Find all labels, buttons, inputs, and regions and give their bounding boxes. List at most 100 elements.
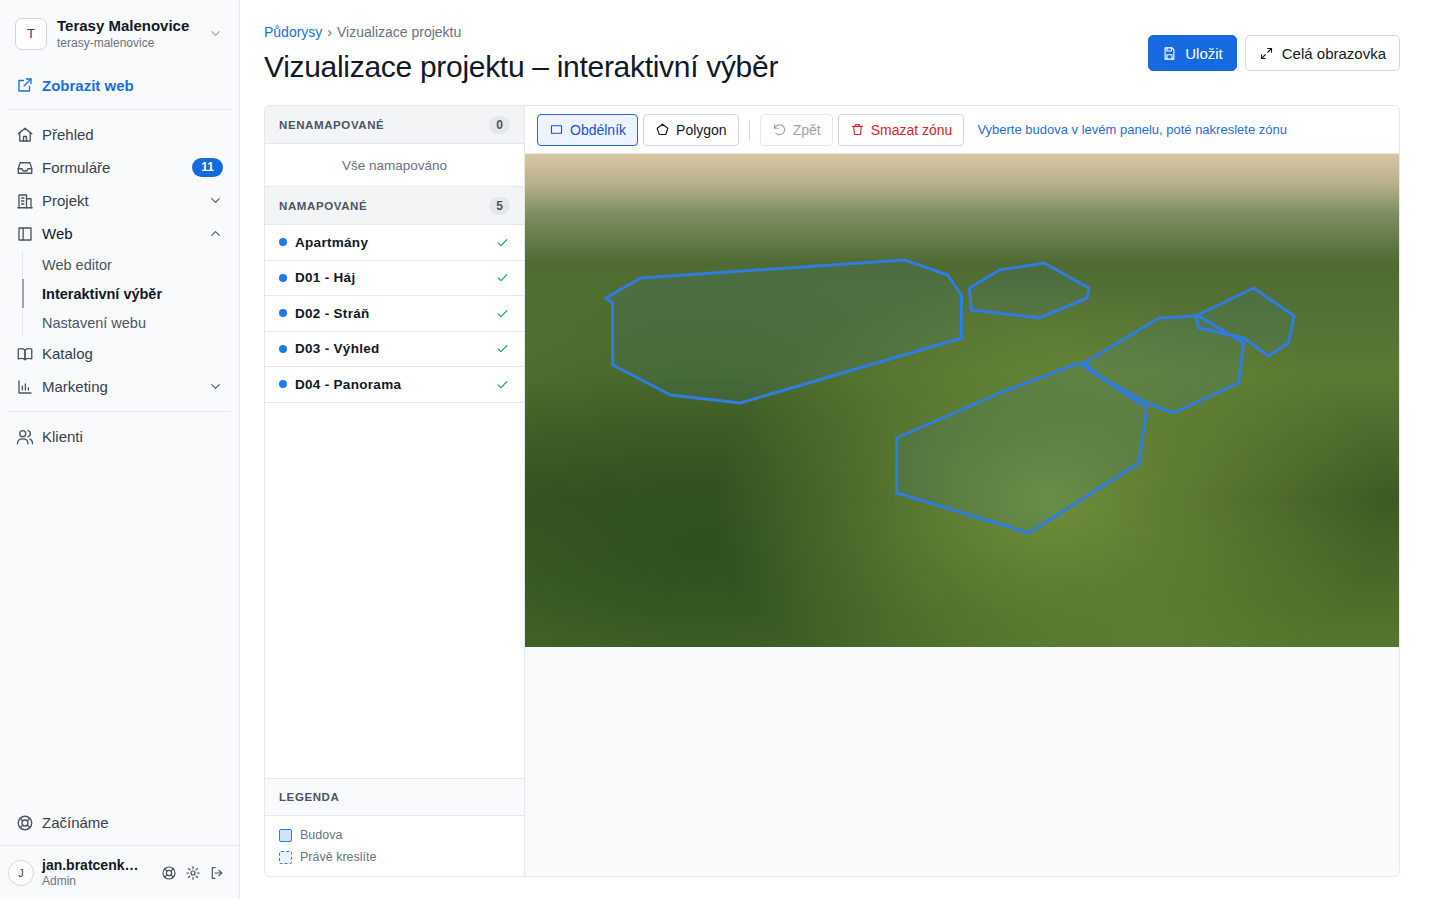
user-avatar: J	[8, 860, 34, 886]
workspace-switcher[interactable]: T Terasy Malenoviceterasy-malenovice	[0, 0, 239, 63]
workspace-name: Terasy Malenovice	[57, 16, 198, 35]
count-badge: 5	[489, 197, 510, 215]
trash-icon	[850, 122, 865, 137]
status-dot	[279, 238, 287, 246]
status-dot	[279, 345, 287, 353]
check-icon	[495, 341, 510, 356]
sidebar-subnav: Web editorInteraktivní výběrNastavení we…	[22, 250, 239, 337]
check-icon	[495, 377, 510, 392]
fullscreen-button[interactable]: Celá obrazovka	[1245, 35, 1400, 71]
lifebuoy-icon[interactable]	[161, 865, 177, 881]
section-header: NAMAPOVANÉ5	[265, 187, 524, 225]
building-zone[interactable]	[897, 363, 1147, 533]
rectangle-tool[interactable]: Obdélník	[537, 114, 638, 146]
empty-message: Vše namapováno	[265, 144, 524, 187]
count-badge: 11	[192, 158, 223, 177]
users-icon	[16, 428, 34, 446]
sidebar-item[interactable]: Klienti	[0, 420, 239, 453]
rectangle-icon	[549, 122, 564, 137]
delete-zone-button[interactable]: Smazat zónu	[838, 114, 965, 146]
page-header: Půdorysy›Vizualizace projektuVizualizace…	[264, 22, 1400, 86]
building-zone[interactable]	[969, 263, 1089, 318]
chevron-up-icon	[208, 226, 223, 241]
lifebuoy-icon	[16, 814, 34, 832]
legend-swatch	[279, 851, 292, 864]
building-item[interactable]: D01 - Háj	[265, 261, 524, 297]
chart-icon	[16, 378, 34, 396]
logout-icon[interactable]	[209, 865, 225, 881]
building-icon	[16, 192, 34, 210]
layout-icon	[16, 225, 34, 243]
sidebar-divider	[8, 109, 231, 110]
count-badge: 0	[489, 116, 510, 134]
editor-panel: NENAMAPOVANÉ0Vše namapovánoNAMAPOVANÉ5Ap…	[264, 105, 1400, 877]
home-icon	[16, 126, 34, 144]
user-role: Admin	[42, 874, 153, 889]
status-dot	[279, 274, 287, 282]
check-icon	[495, 306, 510, 321]
zone-overlay[interactable]	[525, 154, 1399, 647]
sidebar-nav: PřehledFormuláře11ProjektWebWeb editorIn…	[0, 114, 239, 407]
toolbar-separator	[749, 120, 750, 140]
page-title: Vizualizace projektu – interaktivní výbě…	[264, 48, 778, 86]
canvas-background	[525, 647, 1399, 876]
building-item[interactable]: D04 - Panorama	[265, 367, 524, 403]
building-list: NENAMAPOVANÉ0Vše namapovánoNAMAPOVANÉ5Ap…	[265, 106, 525, 876]
section-header: NENAMAPOVANÉ0	[265, 106, 524, 144]
getting-started-link[interactable]: Začínáme	[0, 806, 239, 839]
check-icon	[495, 270, 510, 285]
chevron-down-icon	[208, 193, 223, 208]
sidebar-item[interactable]: Projekt	[0, 184, 239, 217]
sidebar-item[interactable]: Marketing	[0, 370, 239, 403]
sidebar-item[interactable]: Přehled	[0, 118, 239, 151]
gear-icon[interactable]	[185, 865, 201, 881]
sidebar-item[interactable]: Formuláře11	[0, 151, 239, 184]
sidebar-divider	[8, 411, 231, 412]
building-item[interactable]: Apartmány	[265, 225, 524, 261]
building-item[interactable]: D03 - Výhled	[265, 332, 524, 368]
breadcrumb-item[interactable]: Půdorysy	[264, 22, 322, 42]
building-zone[interactable]	[606, 260, 962, 403]
sidebar-subitem[interactable]: Interaktivní výběr	[22, 279, 239, 308]
workspace-slug: terasy-malenovice	[57, 35, 198, 51]
chevron-down-icon	[208, 379, 223, 394]
inbox-icon	[16, 159, 34, 177]
book-icon	[16, 345, 34, 363]
chevron-down-icon	[208, 26, 223, 41]
check-icon	[495, 235, 510, 250]
view-site-link[interactable]: Zobrazit web	[0, 63, 239, 105]
main-content: Půdorysy›Vizualizace projektuVizualizace…	[240, 0, 1440, 899]
canvas-column: ObdélníkPolygon ZpětSmazat zónu Vyberte bu…	[525, 106, 1399, 876]
legend-item: Právě kreslíte	[279, 850, 510, 864]
external-link-icon	[16, 76, 34, 94]
pentagon-icon	[655, 122, 670, 137]
breadcrumb-separator: ›	[327, 22, 332, 42]
building-item[interactable]: D02 - Stráň	[265, 296, 524, 332]
sidebar: T Terasy Malenoviceterasy-malenovice Zobra…	[0, 0, 240, 899]
toolbar: ObdélníkPolygon ZpětSmazat zónu Vyberte bu…	[525, 106, 1399, 154]
polygon-tool[interactable]: Polygon	[643, 114, 739, 146]
save-button[interactable]: Uložit	[1148, 35, 1237, 71]
sidebar-item[interactable]: Katalog	[0, 337, 239, 370]
sidebar-nav-secondary: Klienti	[0, 416, 239, 457]
legend: LEGENDA Budova Právě kreslíte	[265, 778, 524, 876]
user-name: jan.bratcenk…	[42, 856, 153, 874]
sidebar-item[interactable]: Web	[0, 217, 239, 250]
undo-button: Zpět	[760, 114, 833, 146]
status-dot	[279, 380, 287, 388]
toolbar-hint: Vyberte budova v levém panelu, poté nakr…	[977, 122, 1287, 137]
legend-item: Budova	[279, 828, 510, 842]
legend-swatch	[279, 829, 292, 842]
user-card: Jjan.bratcenk…Admin	[0, 845, 239, 899]
sidebar-subitem[interactable]: Web editor	[22, 250, 239, 279]
legend-title: LEGENDA	[265, 779, 524, 816]
workspace-avatar: T	[15, 18, 47, 50]
breadcrumb: Půdorysy›Vizualizace projektu	[264, 22, 778, 42]
project-photo[interactable]	[525, 154, 1399, 647]
save-icon	[1162, 46, 1177, 61]
app-shell: T Terasy Malenoviceterasy-malenovice Zobra…	[0, 0, 1440, 899]
status-dot	[279, 309, 287, 317]
sidebar-subitem[interactable]: Nastavení webu	[22, 308, 239, 337]
breadcrumb-item: Vizualizace projektu	[337, 22, 461, 42]
expand-icon	[1259, 46, 1274, 61]
